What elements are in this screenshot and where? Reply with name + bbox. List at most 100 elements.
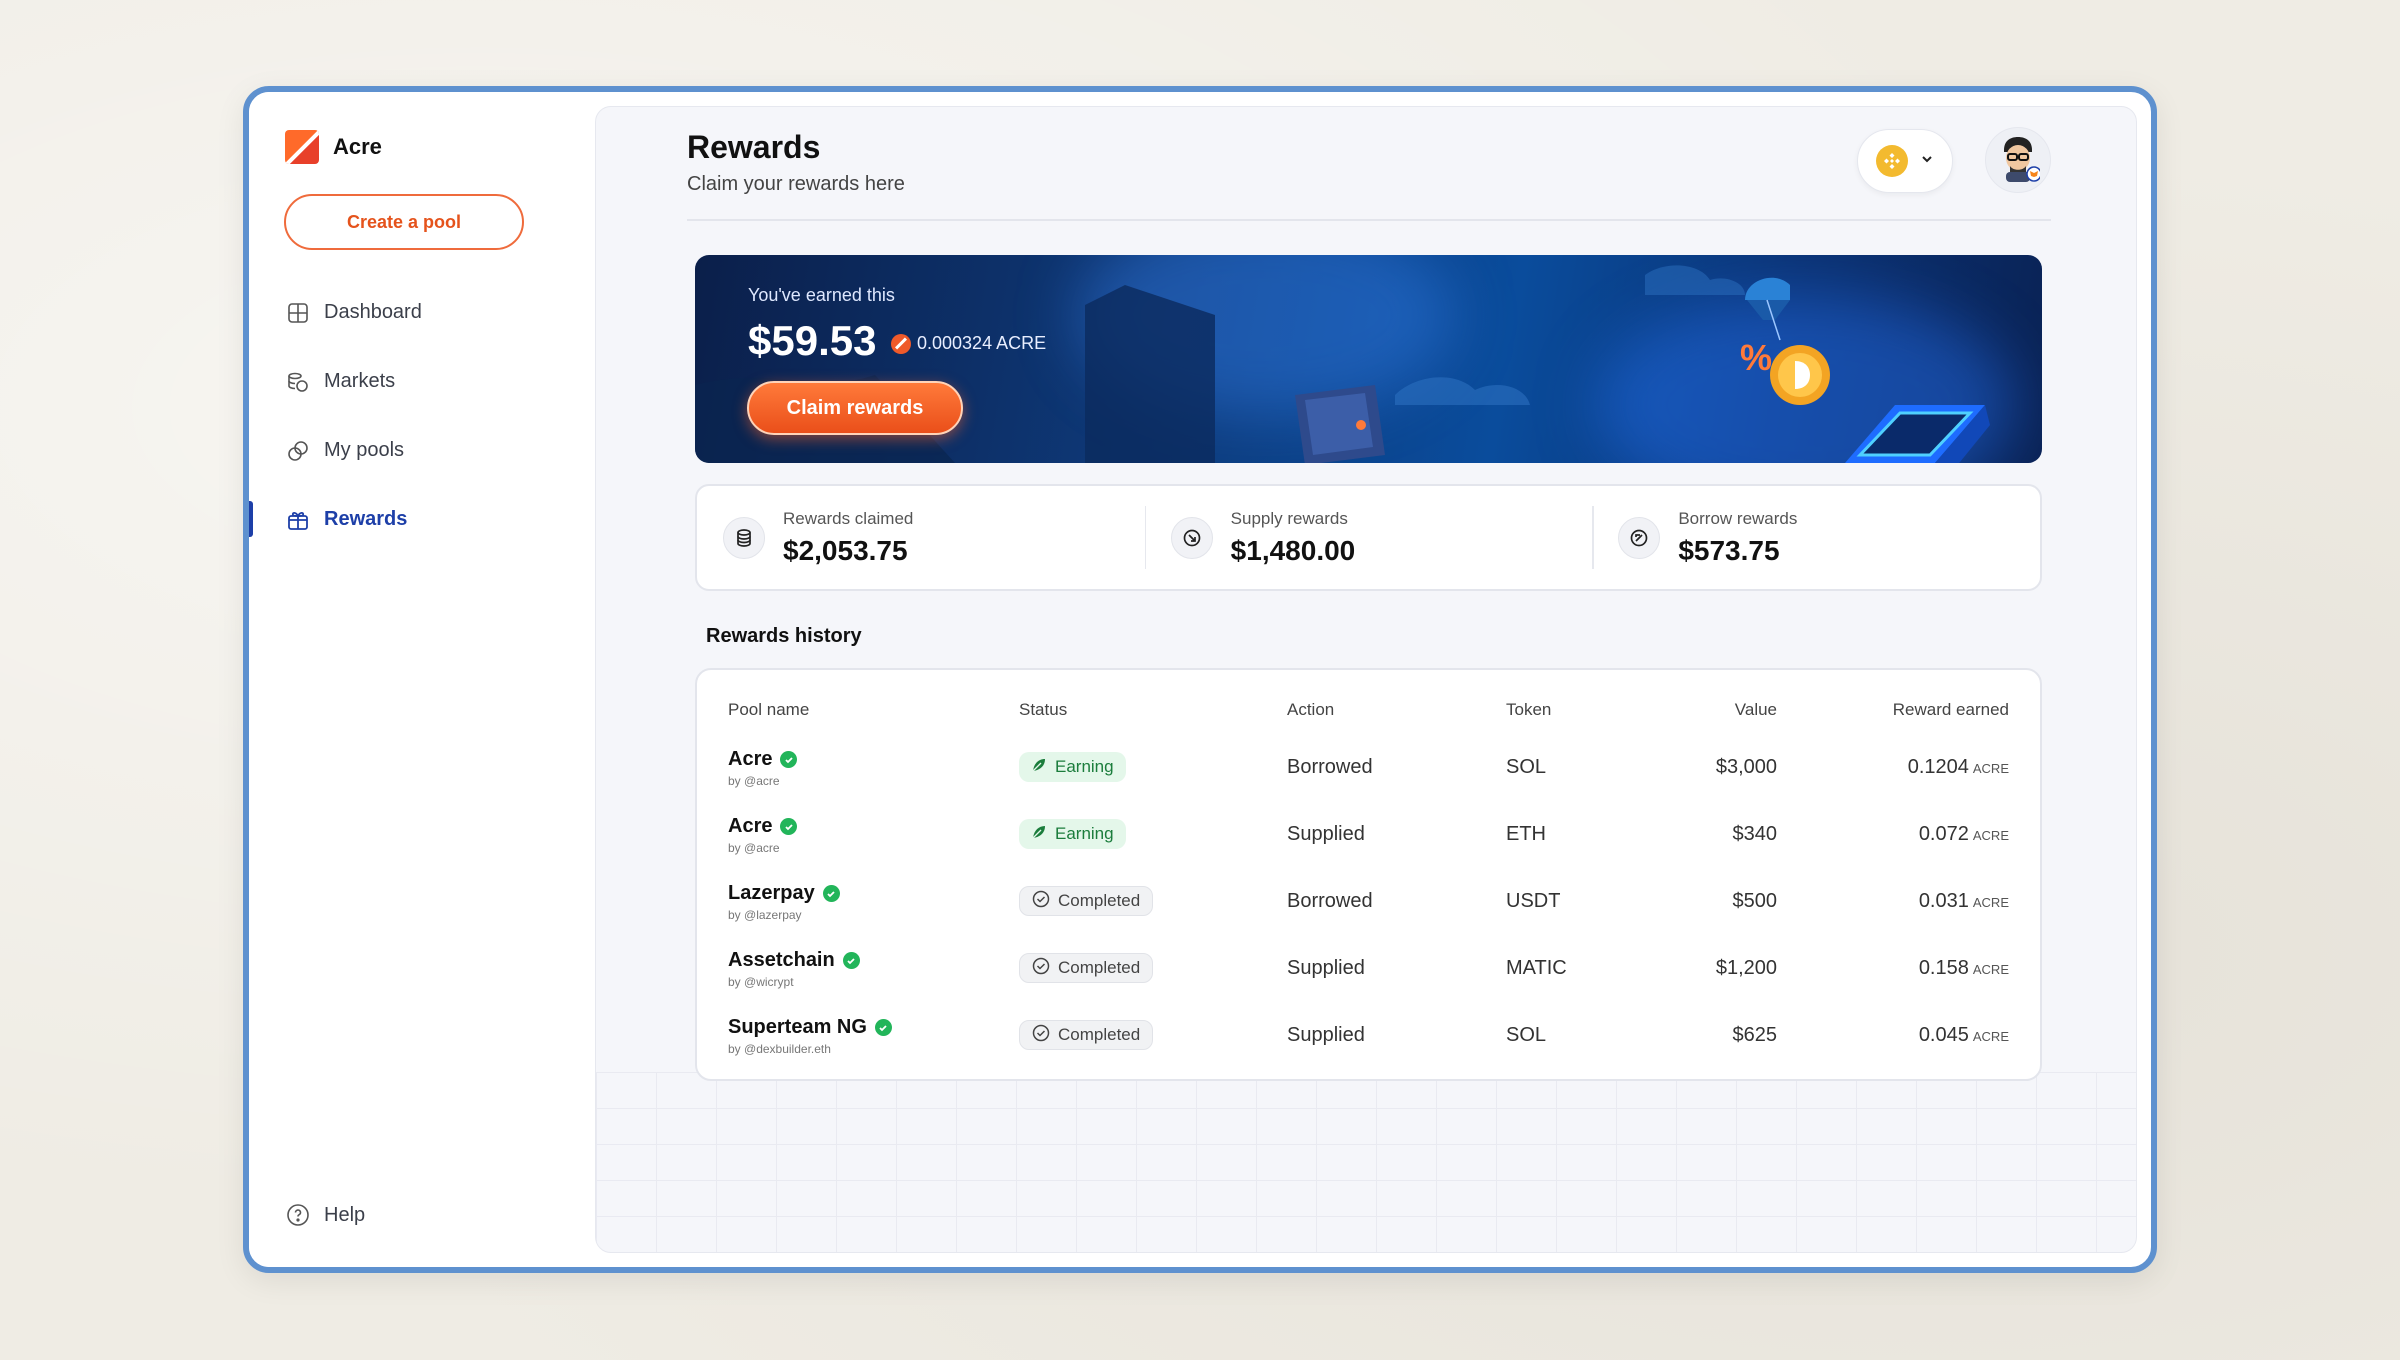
status-label: Earning [1055,824,1114,843]
action-cell: Supplied [1287,823,1365,845]
pool-name: Lazerpay [728,882,815,904]
help-icon [286,1203,310,1227]
grid-icon [286,301,310,325]
sidebar-item-markets[interactable]: Markets [249,347,595,416]
status-label: Completed [1058,1025,1141,1044]
chevron-down-icon [1920,152,1934,171]
sidebar: Acre Create a pool Dashboard Markets My … [249,92,595,1267]
claim-rewards-button[interactable]: Claim rewards [747,381,963,435]
earned-acre: 0.000324 ACRE [891,333,1046,354]
supply-icon [1170,516,1213,559]
verified-icon [780,751,798,768]
reward-cell: 0.031 ACRE [1919,890,2009,913]
status-badge: Completed [1019,953,1154,983]
pool-owner: by @acre [728,774,780,788]
user-avatar[interactable] [1985,127,2051,193]
value-cell: $1,200 [1715,957,1777,979]
table-row[interactable]: Lazerpay by @lazerpay Completed Borrowed… [697,882,2040,942]
value-cell: $3,000 [1715,756,1777,778]
stat-label: Supply rewards [1230,508,1348,528]
column-header[interactable]: Value [1735,700,1777,720]
rewards-history-table: Pool name Status Action Token Value Rewa… [695,668,2042,1081]
sidebar-item-rewards[interactable]: Rewards [249,485,595,554]
stat-value: $1,480.00 [1230,534,1356,566]
sidebar-item-my-pools[interactable]: My pools [249,416,595,485]
stat-supply-rewards: Supply rewards $1,480.00 [1144,486,1593,589]
page-subtitle: Claim your rewards here [687,173,905,195]
reward-cell: 0.1204 ACRE [1908,756,2009,779]
reward-unit: ACRE [1972,828,2009,843]
token-cell: SOL [1506,1024,1547,1046]
token-cell: USDT [1506,890,1561,912]
gift-icon [286,508,310,532]
sidebar-item-label: Dashboard [324,301,422,323]
column-header[interactable]: Reward earned [1893,700,2009,720]
main-content: Rewards Claim your rewards here % You've… [595,106,2137,1253]
pools-icon [286,439,310,463]
pool-owner: by @dexbuilder.eth [728,1042,831,1056]
pool-owner: by @lazerpay [728,908,802,922]
status-label: Completed [1058,891,1141,910]
reward-cell: 0.045 ACRE [1919,1024,2009,1047]
reward-amount: 0.045 [1918,1024,1969,1046]
reward-cell: 0.158 ACRE [1919,957,2009,980]
sidebar-item-label: Markets [324,370,396,392]
sidebar-item-dashboard[interactable]: Dashboard [249,278,595,347]
table-header: Pool name Status Action Token Value Rewa… [697,700,2040,724]
pool-cell: Acre by @acre [728,815,798,855]
pool-cell: Superteam NG by @dexbuilder.eth [728,1016,892,1056]
reward-unit: ACRE [1972,962,2009,977]
pool-name: Superteam NG [728,1016,867,1038]
token-cell: SOL [1506,756,1547,778]
pool-name: Acre [728,815,773,837]
check-circle-icon [1032,957,1050,980]
check-circle-icon [1032,890,1050,913]
chain-selector[interactable] [1857,129,1953,193]
help-link[interactable]: Help [286,1203,365,1227]
reward-amount: 0.158 [1918,957,1969,979]
pool-cell: Lazerpay by @lazerpay [728,882,840,922]
value-cell: $340 [1732,823,1778,845]
token-cell: ETH [1506,823,1546,845]
status-badge: Earning [1019,752,1126,782]
sidebar-nav: Dashboard Markets My pools Rewards [249,278,595,554]
table-row[interactable]: Acre by @acre Earning Supplied ETH $340 … [697,815,2040,875]
pool-cell: Assetchain by @wicrypt [728,949,860,989]
status-badge: Completed [1019,886,1154,916]
column-header[interactable]: Token [1506,700,1551,720]
reward-unit: ACRE [1972,895,2009,910]
table-row[interactable]: Acre by @acre Earning Borrowed SOL $3,00… [697,748,2040,808]
action-cell: Borrowed [1287,890,1373,912]
stat-label: Borrow rewards [1678,508,1798,528]
status-label: Earning [1055,757,1114,776]
column-header[interactable]: Pool name [728,700,809,720]
brand-name: Acre [333,134,382,159]
status-label: Completed [1058,958,1141,977]
reward-amount: 0.072 [1918,823,1969,845]
acre-logo-icon [285,130,319,164]
coins-icon [286,370,310,394]
action-cell: Supplied [1287,1024,1365,1046]
brand-logo[interactable]: Acre [285,130,382,164]
page-title: Rewards [687,129,821,165]
reward-amount: 0.031 [1918,890,1969,912]
status-badge: Completed [1019,1020,1154,1050]
reward-unit: ACRE [1972,1029,2009,1044]
table-row[interactable]: Assetchain by @wicrypt Completed Supplie… [697,949,2040,1009]
stat-label: Rewards claimed [783,508,914,528]
column-header[interactable]: Action [1287,700,1334,720]
status-cell: Earning [1019,752,1126,782]
stat-value: $2,053.75 [783,534,908,566]
table-row[interactable]: Superteam NG by @dexbuilder.eth Complete… [697,1016,2040,1076]
rewards-banner: % You've earned this $59.53 0.000324 ACR… [695,255,2042,463]
stat-rewards-claimed: Rewards claimed $2,053.75 [697,486,1145,589]
column-header[interactable]: Status [1019,700,1067,720]
verified-icon [822,885,840,902]
status-badge: Earning [1019,819,1126,849]
action-cell: Supplied [1287,957,1365,979]
create-pool-button[interactable]: Create a pool [284,194,524,250]
status-cell: Completed [1019,953,1154,983]
help-label: Help [324,1203,366,1226]
token-cell: MATIC [1506,957,1567,979]
rewards-stats: Rewards claimed $2,053.75 Supply rewards… [695,484,2042,591]
